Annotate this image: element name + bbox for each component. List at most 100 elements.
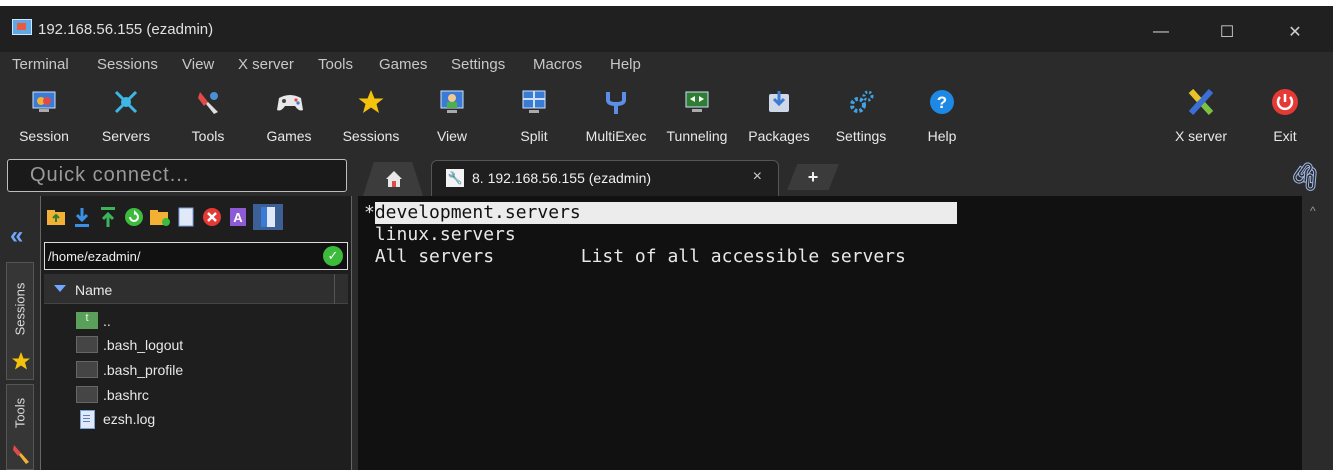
- menu-games[interactable]: Games: [379, 56, 427, 73]
- new-folder-icon[interactable]: [149, 204, 171, 230]
- session-button[interactable]: Session: [9, 84, 79, 152]
- side-tab-tools-label: Tools: [12, 397, 28, 428]
- terminal-file-icon: [76, 361, 98, 378]
- x-server-button[interactable]: X server: [1166, 84, 1236, 152]
- terminal-scrollbar[interactable]: ^: [1302, 196, 1333, 470]
- delete-icon[interactable]: [201, 204, 223, 230]
- menu-terminal[interactable]: Terminal: [12, 56, 69, 73]
- menu-macros[interactable]: Macros: [533, 56, 582, 73]
- session-tab-label: 8. 192.168.56.155 (ezadmin): [472, 170, 652, 186]
- tools-icon: [13, 445, 29, 464]
- sessions-button[interactable]: Sessions: [336, 84, 406, 152]
- packages-button[interactable]: Packages: [744, 84, 814, 152]
- collapse-sidebar-icon[interactable]: «: [10, 222, 23, 250]
- terminal-pane[interactable]: *development.servers linux.servers All s…: [358, 196, 1302, 470]
- main-toolbar: Session Servers Tools Games Sessions Vie…: [0, 78, 1333, 156]
- key-icon: 🔧: [446, 169, 464, 187]
- highlighted-menu-entry[interactable]: development.servers: [374, 202, 957, 224]
- session-icon: [30, 88, 58, 116]
- servers-icon: [112, 88, 140, 116]
- svg-text:A: A: [233, 210, 243, 225]
- servers-label: Servers: [101, 128, 151, 144]
- log-file-icon: [76, 410, 98, 429]
- packages-icon: [765, 88, 793, 116]
- side-tab-sessions[interactable]: Sessions: [6, 262, 34, 380]
- svg-text:?: ?: [937, 93, 947, 112]
- star-icon: [357, 88, 385, 116]
- upload-icon[interactable]: [97, 204, 119, 230]
- title-bar: 192.168.56.155 (ezadmin) — ☐ ✕: [0, 0, 1333, 52]
- path-ok-icon[interactable]: ✓: [323, 246, 343, 266]
- tab-bar: 🔧 8. 192.168.56.155 (ezadmin) × +: [355, 156, 1333, 196]
- tools-icon: [194, 88, 222, 116]
- parent-dir-icon: t: [76, 312, 98, 329]
- view-button[interactable]: View: [417, 84, 487, 152]
- tools-button[interactable]: Tools: [173, 84, 243, 152]
- quick-connect-input[interactable]: Quick connect...: [7, 159, 347, 192]
- menu-tools[interactable]: Tools: [318, 56, 353, 73]
- sessions-label: Sessions: [342, 128, 400, 144]
- menu-entry[interactable]: linux.servers: [375, 224, 516, 245]
- side-tab-strip: « Sessions Tools: [0, 196, 40, 470]
- scroll-up-icon[interactable]: ^: [1310, 204, 1316, 218]
- rename-icon[interactable]: A: [227, 204, 249, 230]
- new-tab-button[interactable]: +: [787, 164, 839, 190]
- column-separator[interactable]: [334, 274, 335, 304]
- settings-label: Settings: [835, 128, 887, 144]
- follow-terminal-icon[interactable]: [253, 204, 283, 230]
- exit-button[interactable]: Exit: [1250, 84, 1320, 152]
- session-label: Session: [19, 128, 69, 144]
- line-prefix: *: [364, 202, 375, 223]
- terminal-line: *development.servers: [364, 202, 957, 224]
- help-icon: ?: [928, 88, 956, 116]
- file-name: ..: [103, 313, 111, 329]
- close-tab-icon[interactable]: ×: [753, 168, 762, 186]
- games-label: Games: [266, 128, 312, 144]
- menu-settings[interactable]: Settings: [451, 56, 505, 73]
- terminal-file-icon: [76, 336, 98, 353]
- packages-label: Packages: [748, 128, 810, 144]
- maximize-button[interactable]: ☐: [1204, 12, 1250, 52]
- servers-button[interactable]: Servers: [91, 84, 161, 152]
- new-file-icon[interactable]: [175, 204, 197, 230]
- multiexec-button[interactable]: MultiExec: [581, 84, 651, 152]
- file-name: .bashrc: [103, 387, 149, 403]
- file-name: .bash_profile: [103, 362, 184, 378]
- tab-session-8[interactable]: 🔧 8. 192.168.56.155 (ezadmin) ×: [431, 160, 779, 196]
- settings-button[interactable]: Settings: [826, 84, 896, 152]
- menu-view[interactable]: View: [182, 56, 214, 73]
- name-column-header[interactable]: Name: [44, 274, 348, 304]
- tunneling-label: Tunneling: [666, 128, 728, 144]
- refresh-icon[interactable]: [123, 204, 145, 230]
- side-tab-sessions-label: Sessions: [12, 283, 28, 336]
- menu-sessions[interactable]: Sessions: [97, 56, 158, 73]
- name-column-label: Name: [75, 282, 113, 298]
- side-tab-tools[interactable]: Tools: [6, 384, 34, 470]
- tunneling-button[interactable]: Tunneling: [662, 84, 732, 152]
- sftp-toolbar: A: [45, 204, 283, 234]
- window-title: 192.168.56.155 (ezadmin): [38, 21, 214, 38]
- settings-icon: [847, 88, 875, 116]
- x-server-icon: [1187, 88, 1215, 116]
- parent-folder-icon[interactable]: [45, 204, 67, 230]
- power-icon: [1271, 88, 1299, 116]
- menu-x-server[interactable]: X server: [238, 56, 294, 73]
- sftp-path-text: /home/ezadmin/: [48, 249, 141, 264]
- tunneling-icon: [683, 88, 711, 116]
- help-button[interactable]: ? Help: [907, 84, 977, 152]
- games-button[interactable]: Games: [254, 84, 324, 152]
- terminal-line: All servers List of all accessible serve…: [364, 246, 906, 268]
- close-window-button[interactable]: ✕: [1272, 12, 1318, 52]
- sftp-path-input[interactable]: /home/ezadmin/ ✓: [44, 242, 348, 270]
- menu-help[interactable]: Help: [610, 56, 641, 73]
- home-icon: [385, 170, 403, 193]
- menu-entry[interactable]: All servers List of all accessible serve…: [375, 246, 906, 267]
- sort-down-icon: [54, 285, 66, 292]
- split-icon: [520, 88, 548, 116]
- minimize-button[interactable]: —: [1138, 12, 1184, 52]
- tools-label: Tools: [191, 128, 225, 144]
- multiexec-icon: [602, 88, 630, 116]
- split-button[interactable]: Split: [499, 84, 569, 152]
- download-icon[interactable]: [71, 204, 93, 230]
- tab-home[interactable]: [363, 162, 423, 196]
